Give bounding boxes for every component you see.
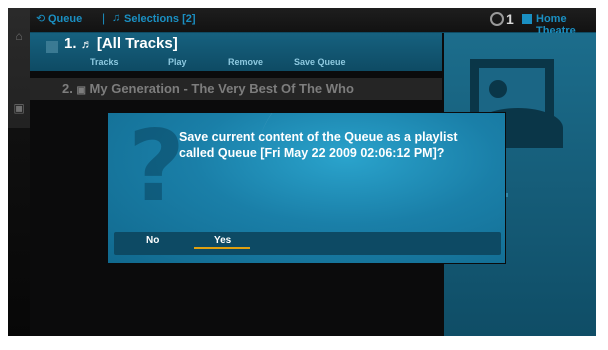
art-sun: [489, 80, 507, 98]
queue-row-title: 2. ▣ My Generation - The Very Best Of Th…: [62, 81, 354, 96]
queue-row-label: My Generation - The Very Best Of The Who: [89, 81, 354, 96]
question-icon: ?: [128, 113, 185, 224]
media-center-screen: ⌂ ▣ ⟲ Queue | ♫ Selections [2] 1 Home Th…: [8, 8, 596, 336]
queue-row-all-tracks[interactable]: 1. ♬ [All Tracks] Tracks Play Remove Sav…: [30, 33, 442, 71]
dialog-message: Save current content of the Queue as a p…: [179, 130, 458, 160]
yes-button[interactable]: Yes: [214, 235, 231, 246]
queue-row-label: [All Tracks]: [96, 35, 178, 52]
left-rail: ⌂ ▣: [8, 8, 30, 336]
top-bar: ⟲ Queue | ♫ Selections [2] 1 Home Theatr…: [30, 8, 596, 37]
speaker-icon: [490, 12, 504, 26]
album-icon: ▣: [76, 85, 86, 96]
no-button[interactable]: No: [146, 235, 159, 246]
save-queue-button[interactable]: Save Queue: [294, 57, 346, 67]
tab-queue[interactable]: Queue: [48, 13, 82, 25]
tracks-icon: ♬: [80, 37, 93, 51]
selection-underline: [194, 247, 250, 249]
row-checkbox[interactable]: [46, 41, 58, 53]
music-library-icon[interactable]: ▣: [10, 100, 28, 116]
play-button[interactable]: Play: [168, 57, 187, 67]
dialog-button-bar: No Yes: [114, 232, 501, 255]
queue-icon: ⟲: [36, 13, 46, 25]
remove-button[interactable]: Remove: [228, 57, 263, 67]
selections-icon: ♫: [112, 12, 121, 24]
queue-row-number: 1.: [64, 35, 77, 52]
home-icon[interactable]: ⌂: [10, 28, 28, 44]
rail-shade: [8, 128, 30, 336]
zone-indicator: [522, 14, 532, 24]
save-queue-dialog: ? Save current content of the Queue as a…: [108, 113, 505, 263]
tracks-button[interactable]: Tracks: [90, 57, 119, 67]
queue-row-title: 1. ♬ [All Tracks]: [64, 35, 178, 52]
tab-selections[interactable]: Selections [2]: [124, 13, 196, 25]
zone-count: 1: [506, 11, 514, 27]
tab-separator: |: [102, 11, 106, 25]
queue-row-album[interactable]: 2. ▣ My Generation - The Very Best Of Th…: [30, 78, 442, 100]
queue-row-number: 2.: [62, 81, 73, 96]
